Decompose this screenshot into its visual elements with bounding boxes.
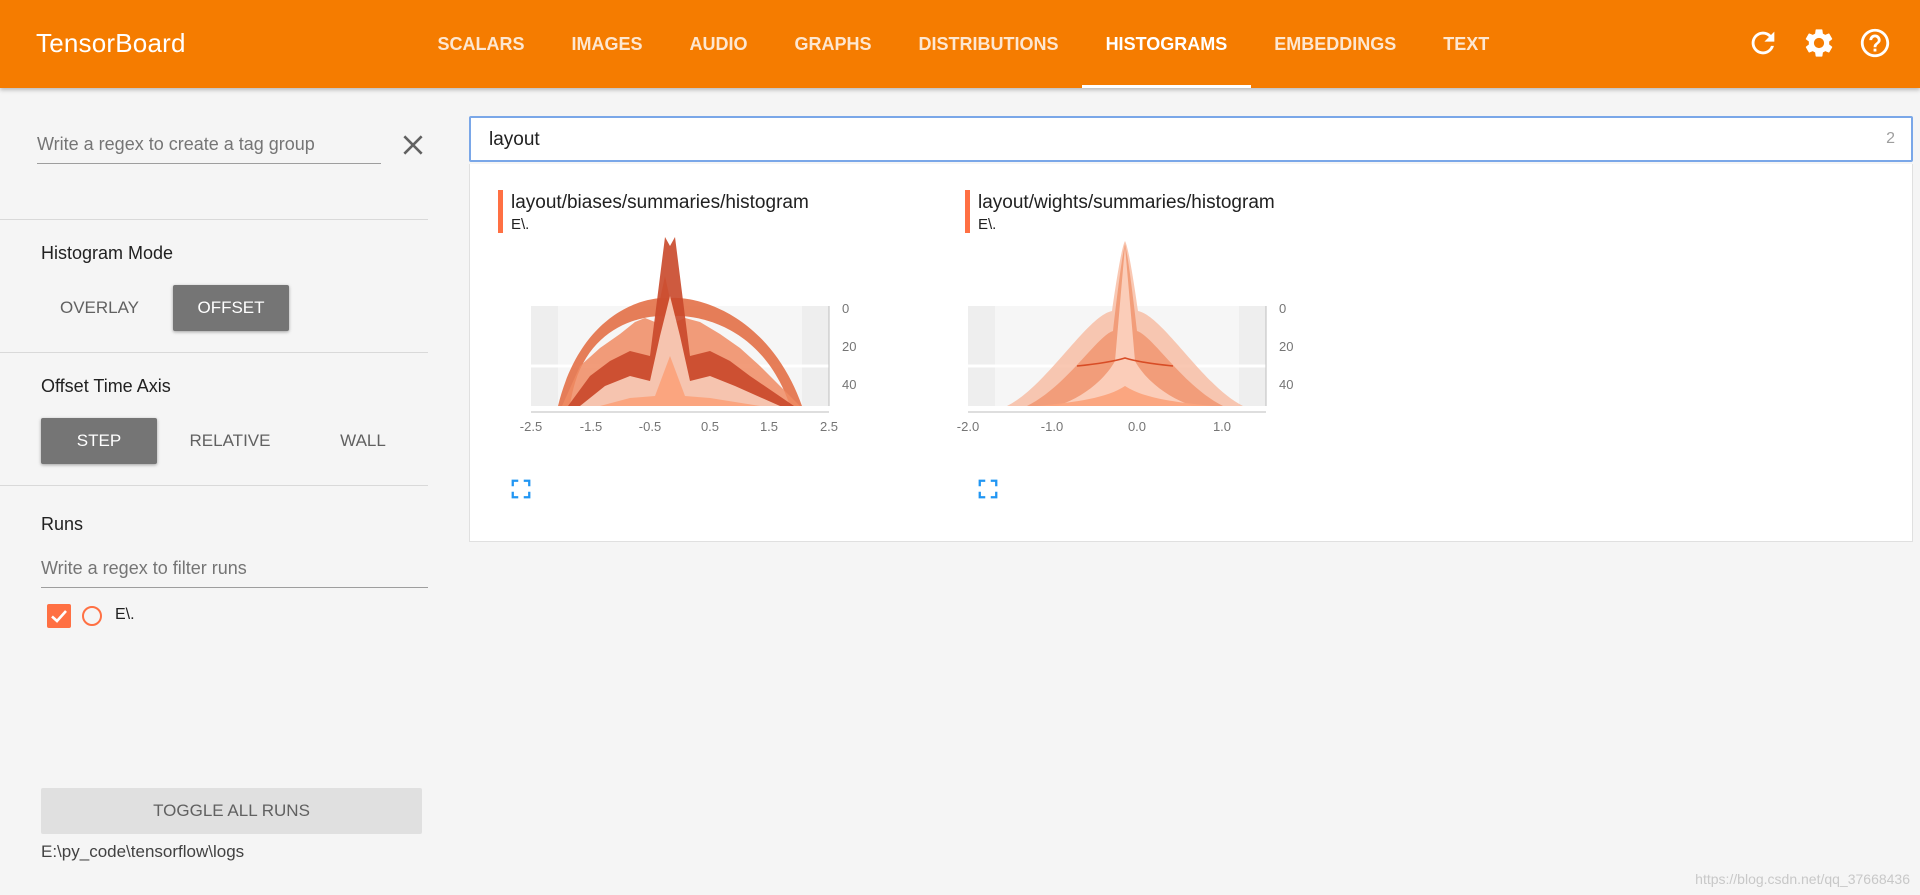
relative-axis-button[interactable]: RELATIVE	[172, 418, 288, 464]
x-tick-label: -2.0	[957, 419, 979, 434]
x-tick-label: -1.0	[1041, 419, 1063, 434]
run-color-bar	[965, 190, 970, 233]
tag-group-input[interactable]: Write a regex to create a tag group	[37, 130, 381, 164]
x-tick-label: 1.5	[760, 419, 778, 434]
fullscreen-icon[interactable]	[510, 478, 532, 500]
y-tick-label: 0	[1279, 301, 1286, 316]
tag-match-count: 2	[1886, 130, 1895, 147]
tab-text[interactable]: TEXT	[1420, 0, 1513, 88]
y-tick-label: 40	[842, 377, 856, 392]
tab-images[interactable]: IMAGES	[548, 0, 666, 88]
x-tick-label: 2.5	[820, 419, 838, 434]
dashboard-tabs: SCALARS IMAGES AUDIO GRAPHS DISTRIBUTION…	[414, 0, 1513, 88]
runs-title: Runs	[41, 514, 84, 534]
offset-mode-button[interactable]: OFFSET	[173, 285, 289, 331]
help-icon[interactable]	[1858, 26, 1892, 60]
watermark: https://blog.csdn.net/qq_37668436	[1695, 871, 1910, 887]
y-tick-label: 40	[1279, 377, 1293, 392]
settings-icon[interactable]	[1802, 26, 1836, 60]
check-icon	[51, 610, 67, 623]
histogram-plot: -2.0 -1.0 0.0 1.0 0 20 40	[957, 241, 1293, 434]
run-solo-radio[interactable]	[82, 606, 102, 626]
run-label: E\.	[115, 606, 135, 623]
run-checkbox[interactable]	[47, 604, 71, 628]
refresh-icon[interactable]	[1746, 26, 1780, 60]
histogram-run: E\.	[978, 216, 997, 233]
y-tick-label: 0	[842, 301, 849, 316]
sidebar: Write a regex to create a tag group Hist…	[0, 88, 428, 895]
tab-distributions[interactable]: DISTRIBUTIONS	[895, 0, 1082, 88]
y-tick-label: 20	[842, 339, 856, 354]
step-axis-button[interactable]: STEP	[41, 418, 157, 464]
divider	[0, 352, 428, 353]
app-title: TensorBoard	[36, 28, 186, 58]
fullscreen-icon[interactable]	[977, 478, 999, 500]
histogram-card: layout/biases/summaries/histogram E\. -2…	[470, 190, 890, 520]
x-tick-label: 1.0	[1213, 419, 1231, 434]
wall-axis-button[interactable]: WALL	[305, 418, 421, 464]
divider	[0, 485, 428, 486]
close-icon[interactable]	[400, 132, 426, 158]
histogram-title: layout/biases/summaries/histogram	[511, 192, 809, 213]
divider	[0, 219, 428, 220]
tab-graphs[interactable]: GRAPHS	[771, 0, 895, 88]
tab-audio[interactable]: AUDIO	[666, 0, 771, 88]
y-tick-label: 20	[1279, 339, 1293, 354]
toggle-all-runs-button[interactable]: TOGGLE ALL RUNS	[41, 788, 422, 834]
tab-histograms[interactable]: HISTOGRAMS	[1082, 0, 1251, 88]
x-tick-label: -1.5	[580, 419, 602, 434]
x-tick-label: 0.5	[701, 419, 719, 434]
x-tick-label: -2.5	[520, 419, 542, 434]
tab-scalars[interactable]: SCALARS	[414, 0, 548, 88]
log-directory: E:\py_code\tensorflow\logs	[41, 842, 245, 861]
run-color-bar	[498, 190, 503, 233]
offset-time-axis-title: Offset Time Axis	[41, 376, 171, 396]
x-tick-label: -0.5	[639, 419, 661, 434]
histogram-mode-title: Histogram Mode	[41, 243, 174, 263]
x-tick-label: 0.0	[1128, 419, 1146, 434]
histogram-card-area: layout/biases/summaries/histogram E\. -2…	[469, 164, 1913, 542]
runs-filter-input[interactable]: Write a regex to filter runs	[41, 558, 428, 588]
tag-filter-input[interactable]: layout 2	[469, 116, 1913, 162]
histogram-plot: -2.5 -1.5 -0.5 0.5 1.5 2.5 0 20 40	[520, 237, 856, 434]
histogram-card: layout/wights/summaries/histogram E\. -2…	[937, 190, 1357, 520]
top-app-bar: TensorBoard SCALARS IMAGES AUDIO GRAPHS …	[0, 0, 1920, 88]
histogram-run: E\.	[511, 216, 530, 233]
overlay-mode-button[interactable]: OVERLAY	[41, 285, 158, 331]
tab-embeddings[interactable]: EMBEDDINGS	[1251, 0, 1420, 88]
histogram-title: layout/wights/summaries/histogram	[978, 192, 1275, 213]
tag-filter-value: layout	[489, 129, 540, 150]
